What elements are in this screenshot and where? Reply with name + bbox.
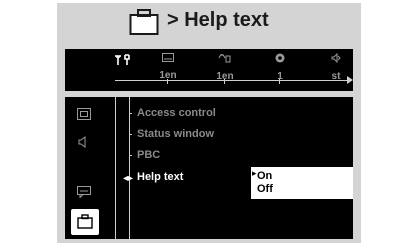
topbar-item-audio[interactable]: 1en (200, 53, 250, 82)
options-popup: ▸ On Off (251, 167, 353, 199)
page-title: > Help text (167, 9, 269, 31)
sound-mode-icon (331, 52, 341, 66)
top-menu-bar: 1en 1en 1 st (65, 49, 353, 91)
menu-tick (129, 155, 132, 156)
angle-icon (275, 53, 285, 66)
setup-icon[interactable] (115, 53, 131, 70)
sidebar-item-preferences[interactable] (71, 209, 99, 235)
topbar-tick (224, 79, 225, 84)
menu-tick (129, 113, 132, 114)
menu-header: > Help text (57, 3, 361, 43)
topbar-item-subtitle[interactable]: 1en (143, 53, 193, 81)
topbar-item-angle[interactable]: 1 (255, 53, 305, 82)
menu-item-pbc[interactable]: PBC (137, 149, 160, 161)
osd-frame: > Help text 1en 1en 1 st Access control … (57, 3, 361, 243)
topbar-divider (115, 80, 349, 81)
selection-arrows-icon: ◂▸ (123, 173, 134, 184)
picture-icon[interactable] (77, 107, 91, 125)
divider-line (115, 97, 116, 239)
briefcase-icon (77, 214, 93, 229)
divider-line (129, 97, 130, 239)
sidebar (65, 97, 105, 239)
topbar-item-sound-mode[interactable]: st (311, 52, 361, 82)
topbar-tick (279, 79, 280, 84)
option-off[interactable]: Off (257, 183, 273, 195)
briefcase-icon (129, 8, 159, 41)
arrow-right-icon (347, 76, 353, 84)
option-on[interactable]: On (257, 170, 272, 182)
main-menu-panel: Access control Status window PBC Help te… (65, 97, 353, 239)
language-icon[interactable] (77, 185, 91, 203)
audio-icon (218, 54, 232, 66)
menu-item-help-text[interactable]: Help text (137, 171, 183, 183)
menu-tick (129, 134, 132, 135)
speaker-icon[interactable] (77, 135, 89, 153)
subtitle-icon (162, 53, 174, 65)
selected-option-marker-icon: ▸ (252, 168, 257, 178)
topbar-tick (167, 79, 168, 84)
menu-item-access-control[interactable]: Access control (137, 107, 216, 119)
menu-item-status-window[interactable]: Status window (137, 128, 214, 140)
